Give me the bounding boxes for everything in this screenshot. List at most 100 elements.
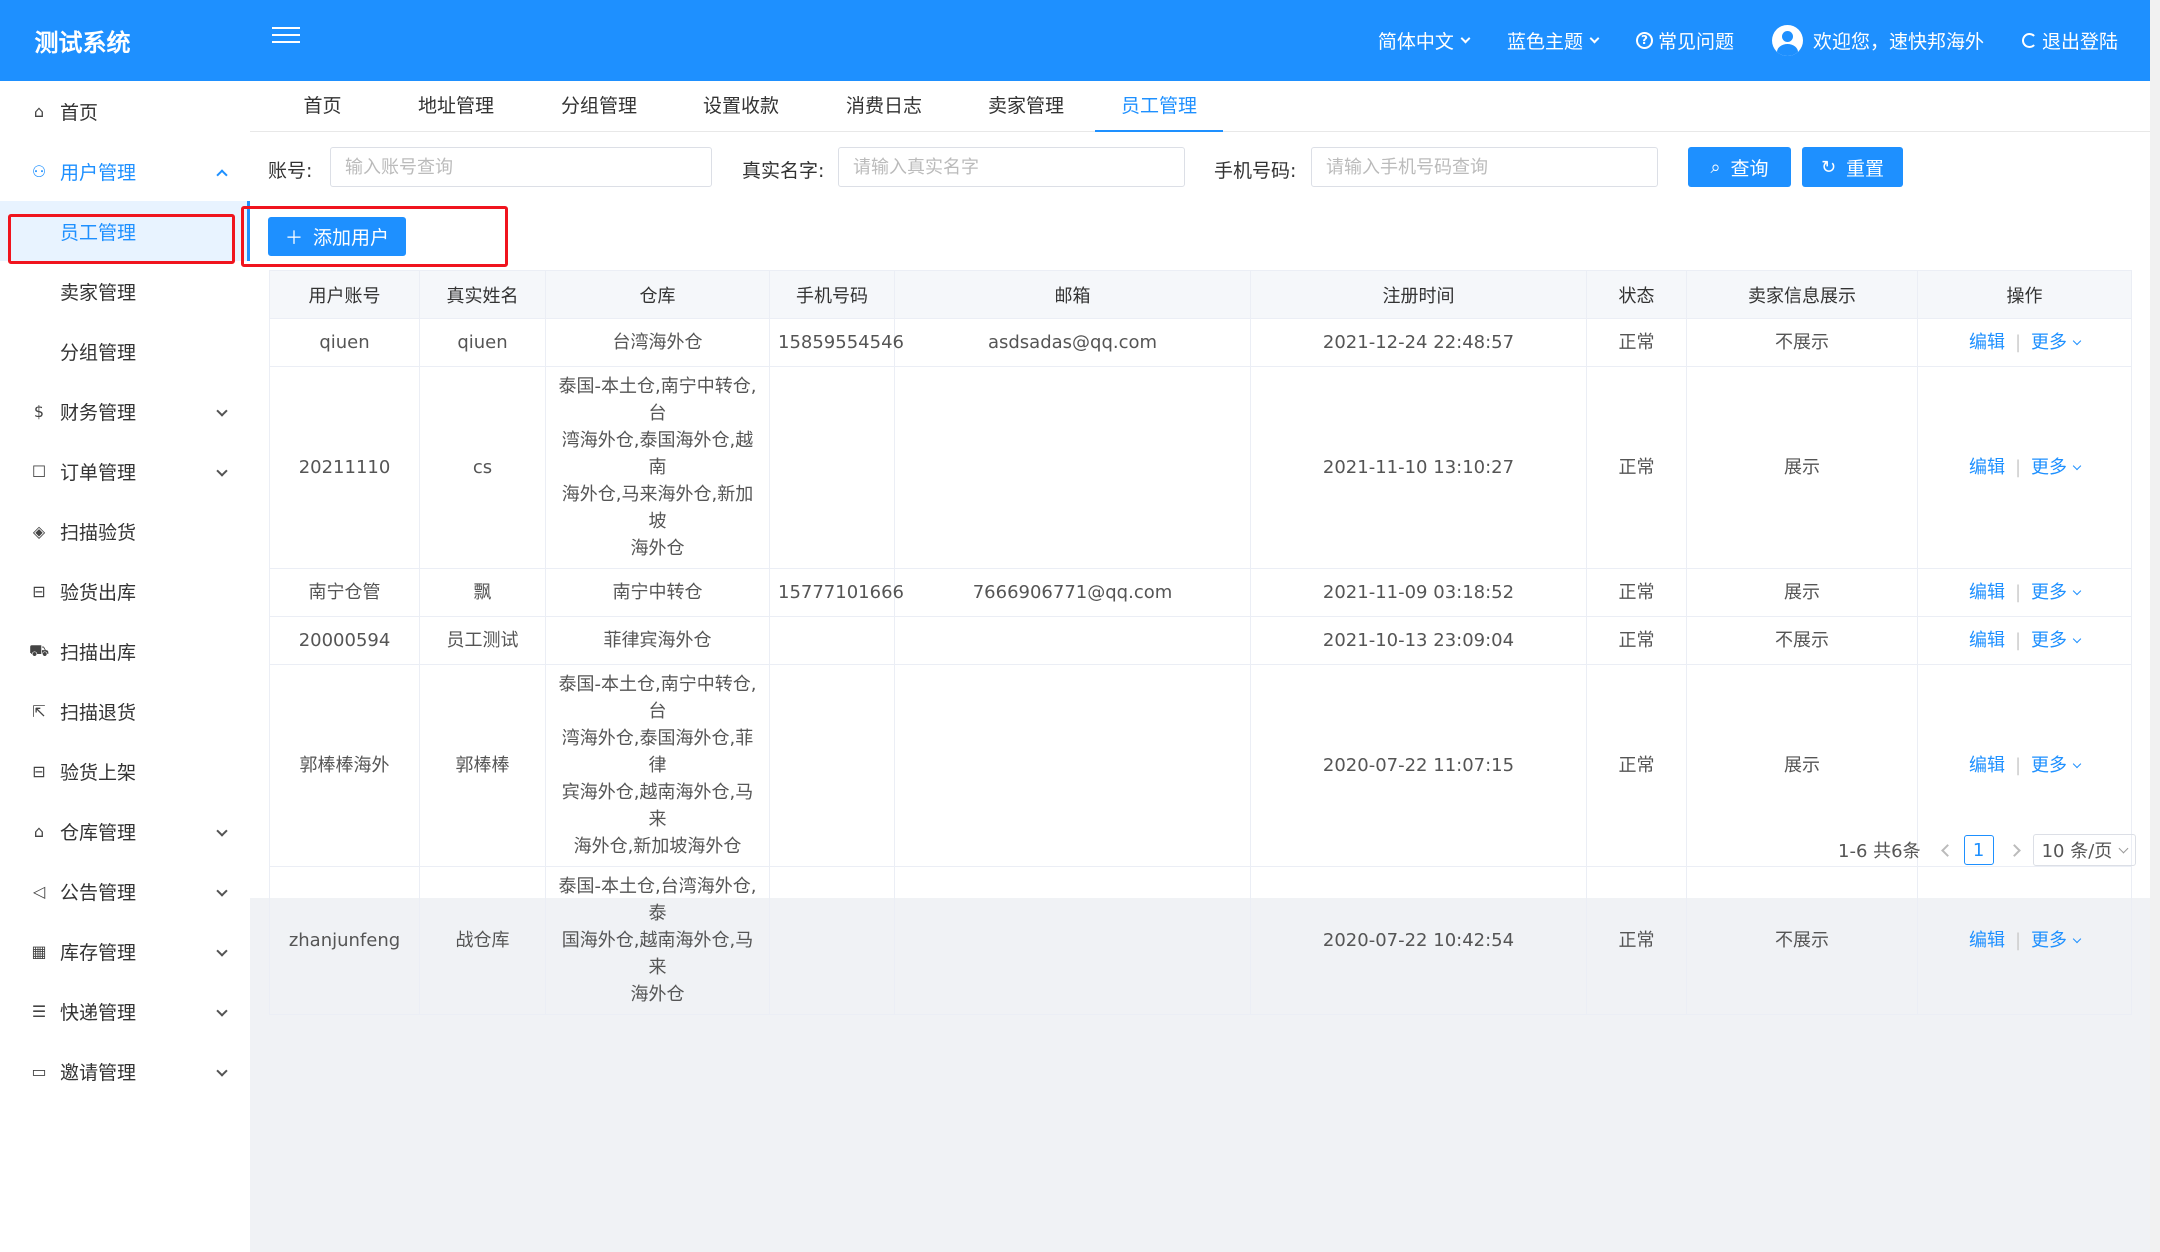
sidebar-item-label: 扫描退货 — [60, 701, 137, 724]
account-label: 账号: — [268, 160, 313, 182]
sidebar-item-warehouse[interactable]: ⌂ 仓库管理 — [0, 801, 250, 861]
more-dropdown[interactable]: 更多 — [2031, 332, 2082, 353]
email-cell: asdsadas@qq.com — [894, 318, 1251, 367]
status-cell: 正常 — [1586, 866, 1687, 1015]
more-dropdown[interactable]: 更多 — [2031, 630, 2082, 651]
sidebar-item-home[interactable]: ⌂ 首页 — [0, 81, 250, 141]
more-dropdown[interactable]: 更多 — [2031, 582, 2082, 603]
more-label: 更多 — [2031, 755, 2068, 776]
sidebar-item-inventory[interactable]: ▦ 库存管理 — [0, 921, 250, 981]
phone-cell — [769, 616, 895, 665]
chevron-down-icon — [216, 1065, 228, 1077]
real-name-input[interactable] — [838, 147, 1185, 187]
real-name-label: 真实名字: — [742, 160, 825, 182]
top-header: 测试系统 简体中文 蓝色主题 ? 常见问题 欢迎您，速快邦海外 退出登陆 — [0, 0, 2150, 81]
shield-icon: ◈ — [32, 521, 46, 541]
status-cell: 正常 — [1586, 664, 1687, 867]
sidebar-item-scan-outbound[interactable]: ⛟ 扫描出库 — [0, 621, 250, 681]
chevron-down-icon — [2072, 336, 2082, 346]
chevron-down-icon — [216, 885, 228, 897]
page-scrollbar[interactable] — [2150, 0, 2160, 1252]
chevron-left-icon[interactable] — [1940, 843, 1954, 857]
language-select[interactable]: 简体中文 — [1378, 27, 1471, 54]
tab-group[interactable]: 分组管理 — [535, 81, 663, 132]
edit-link[interactable]: 编辑 — [1969, 582, 2005, 603]
phone-input[interactable] — [1311, 147, 1658, 187]
logout-icon — [2021, 33, 2037, 48]
edit-link[interactable]: 编辑 — [1969, 630, 2005, 651]
phone-cell — [769, 866, 895, 1015]
faq-link[interactable]: ? 常见问题 — [1635, 27, 1734, 54]
search-button[interactable]: ⌕ 查询 — [1688, 147, 1791, 187]
user-menu[interactable]: 欢迎您，速快邦海外 — [1771, 25, 1984, 56]
edit-link[interactable]: 编辑 — [1969, 457, 2005, 478]
status-cell: 正常 — [1586, 318, 1687, 367]
sidebar-item-scan-return[interactable]: ⇱ 扫描退货 — [0, 681, 250, 741]
more-label: 更多 — [2031, 457, 2068, 478]
tab-home[interactable]: 首页 — [270, 81, 375, 132]
coin-icon: $ — [33, 401, 45, 421]
sidebar-item-group-management[interactable]: 分组管理 — [0, 321, 250, 381]
divider: | — [2014, 457, 2022, 478]
table-row: 南宁仓管飘 南宁中转仓 15777101666 7666906771@qq.com 20… — [269, 568, 2132, 617]
actions-cell: 编辑 | 更多 — [1917, 318, 2132, 367]
sidebar-item-user-management[interactable]: ⚇ 用户管理 — [0, 141, 250, 201]
sidebar-item-express[interactable]: ☰ 快递管理 — [0, 981, 250, 1041]
email-cell — [894, 866, 1251, 1015]
reset-button[interactable]: ↻ 重置 — [1802, 147, 1903, 187]
sidebar-item-staff-management[interactable]: 员工管理 — [0, 201, 250, 261]
theme-select[interactable]: 蓝色主题 — [1506, 27, 1600, 54]
time-cell: 2021-12-24 22:48:57 — [1250, 318, 1587, 367]
edit-link[interactable]: 编辑 — [1969, 930, 2005, 951]
tab-consumption-log[interactable]: 消费日志 — [820, 81, 948, 132]
edit-link[interactable]: 编辑 — [1969, 755, 2005, 776]
more-dropdown[interactable]: 更多 — [2031, 755, 2082, 776]
tab-address[interactable]: 地址管理 — [392, 81, 520, 132]
sidebar-item-orders[interactable]: ☐ 订单管理 — [0, 441, 250, 501]
add-user-button[interactable]: ＋ 添加用户 — [268, 217, 406, 256]
sidebar-item-finance[interactable]: $ 财务管理 — [0, 381, 250, 441]
tab-staff[interactable]: 员工管理 — [1095, 81, 1223, 132]
more-dropdown[interactable]: 更多 — [2031, 930, 2082, 951]
divider: | — [2014, 930, 2022, 951]
name-cell: 员工测试 — [419, 616, 546, 665]
logout-button[interactable]: 退出登陆 — [2021, 27, 2118, 54]
divider: | — [2014, 582, 2022, 603]
sidebar-item-label: 邀请管理 — [60, 1061, 137, 1084]
sidebar-item-label: 财务管理 — [60, 401, 137, 424]
menu-collapse-icon[interactable] — [272, 22, 300, 50]
bank-icon: ⌂ — [33, 821, 45, 841]
chevron-down-icon — [2072, 759, 2082, 769]
chevron-right-icon[interactable] — [2007, 843, 2021, 857]
sidebar-item-invite[interactable]: ▭ 邀请管理 — [0, 1041, 250, 1101]
page-size-select[interactable]: 10 条/页 — [2032, 834, 2137, 866]
chevron-down-icon — [2072, 461, 2082, 471]
table-header-row: 用户账号 真实姓名 仓库 手机号码 邮箱 注册时间 状态 卖家信息展示 操作 — [269, 270, 2132, 319]
tab-payment[interactable]: 设置收款 — [677, 81, 805, 132]
theme-label: 蓝色主题 — [1506, 31, 1583, 53]
table-row: qiuen qiuen 台湾海外仓 15859554546 asdsadas@qq.co… — [269, 318, 2132, 367]
sidebar-item-inspect-outbound[interactable]: ⊟ 验货出库 — [0, 561, 250, 621]
home-icon: ⌂ — [33, 101, 45, 121]
warehouse-cell: 台湾海外仓 — [545, 318, 770, 367]
sidebar-item-scan-inspect[interactable]: ◈ 扫描验货 — [0, 501, 250, 561]
account-input[interactable] — [330, 147, 712, 187]
sidebar-item-inspect-shelve[interactable]: ⊟ 验货上架 — [0, 741, 250, 801]
table-row: 20211110 cs 泰国-本土仓,南宁中转仓,台 湾海外仓,泰国海外仓,越南 海外仓… — [269, 366, 2132, 569]
table-body: qiuen qiuen 台湾海外仓 15859554546 asdsadas@qq.co… — [269, 318, 2132, 1015]
header-actions: 简体中文 蓝色主题 ? 常见问题 欢迎您，速快邦海外 退出登陆 — [1340, 0, 2118, 81]
pagination-summary: 1-6 共6条 — [1838, 841, 1921, 862]
email-cell — [894, 664, 1251, 867]
more-dropdown[interactable]: 更多 — [2031, 457, 2082, 478]
account-cell: 郭棒棒海外 — [269, 664, 420, 867]
edit-link[interactable]: 编辑 — [1969, 332, 2005, 353]
sidebar-item-label: 卖家管理 — [60, 281, 137, 304]
page-number[interactable]: 1 — [1963, 835, 1994, 865]
email-cell — [894, 366, 1251, 569]
sidebar-item-seller-management[interactable]: 卖家管理 — [0, 261, 250, 321]
warehouse-line: 海外仓 — [630, 538, 685, 559]
scan-icon: ⊟ — [32, 581, 46, 601]
tab-seller[interactable]: 卖家管理 — [962, 81, 1090, 132]
sidebar-item-notice[interactable]: ◁ 公告管理 — [0, 861, 250, 921]
tab-bar: 首页 地址管理 分组管理 设置收款 消费日志 卖家管理 员工管理 — [250, 81, 2150, 132]
